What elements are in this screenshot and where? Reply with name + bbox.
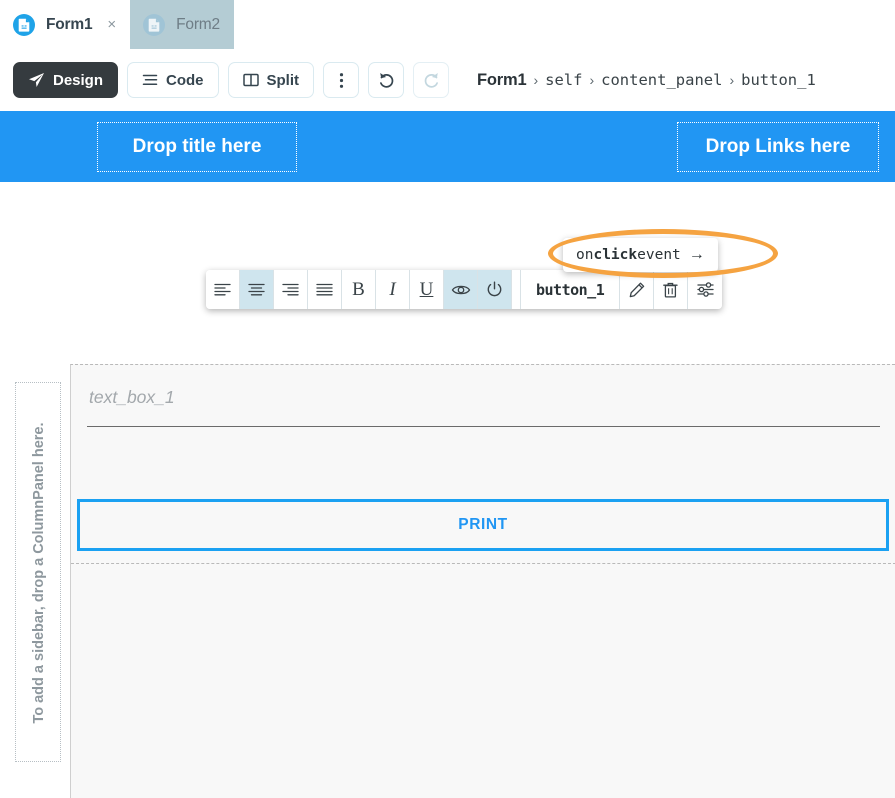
redo-button[interactable] — [413, 62, 449, 98]
align-left-icon — [214, 283, 231, 296]
align-justify-button[interactable] — [308, 270, 342, 309]
power-icon — [486, 281, 503, 298]
sidebar-drop-hint: To add a sidebar, drop a ColumnPanel her… — [16, 383, 62, 763]
component-name-label[interactable]: button_1 — [521, 270, 620, 309]
code-button-label: Code — [166, 72, 204, 89]
breadcrumb: Form1 › self › content_panel › button_1 — [477, 71, 816, 90]
split-button[interactable]: Split — [228, 62, 315, 98]
form-page-icon — [13, 14, 35, 36]
drop-links-zone[interactable]: Drop Links here — [677, 122, 879, 172]
tab-bar: Form1 × Form2 — [0, 0, 895, 49]
code-button[interactable]: Code — [127, 62, 219, 98]
trash-icon — [663, 282, 678, 298]
panel-divider — [71, 563, 895, 564]
breadcrumb-separator: › — [533, 72, 538, 88]
italic-button[interactable]: I — [376, 270, 410, 309]
text-box-1-placeholder: text_box_1 — [87, 387, 880, 408]
text-box-1[interactable]: text_box_1 — [87, 387, 880, 427]
undo-icon — [377, 71, 396, 89]
pencil-icon — [629, 282, 645, 298]
more-options-button[interactable] — [323, 62, 359, 98]
text-box-1-underline — [87, 426, 880, 428]
align-right-icon — [282, 283, 299, 296]
design-button-label: Design — [53, 72, 103, 89]
kebab-menu-icon — [339, 72, 344, 89]
enabled-toggle-button[interactable] — [478, 270, 512, 309]
sidebar-drop-zone[interactable]: To add a sidebar, drop a ColumnPanel her… — [15, 382, 61, 762]
align-left-button[interactable] — [206, 270, 240, 309]
form-page-icon — [143, 14, 165, 36]
align-center-button[interactable] — [240, 270, 274, 309]
italic-icon: I — [389, 279, 395, 301]
edit-button[interactable] — [620, 270, 654, 309]
tab-form2[interactable]: Form2 — [130, 0, 234, 49]
redo-icon — [422, 71, 441, 89]
on-click-event-popup[interactable]: on click event → — [563, 238, 718, 272]
designer-body: To add a sidebar, drop a ColumnPanel her… — [0, 182, 895, 616]
split-button-label: Split — [267, 72, 300, 89]
code-lines-icon — [142, 73, 158, 87]
align-center-icon — [248, 283, 265, 296]
breadcrumb-segment-self[interactable]: self — [545, 71, 582, 89]
tab-label-form2: Form2 — [176, 16, 220, 34]
bold-button[interactable]: B — [342, 270, 376, 309]
on-click-event-keyword: click — [593, 247, 637, 263]
bold-icon: B — [352, 279, 365, 301]
breadcrumb-segment-button[interactable]: button_1 — [741, 71, 816, 89]
component-toolbar: B I U button_1 — [206, 270, 722, 309]
delete-button[interactable] — [654, 270, 688, 309]
underline-icon: U — [420, 279, 434, 301]
main-toolbar: Design Code Split — [0, 49, 895, 111]
drop-title-zone[interactable]: Drop title here — [97, 122, 297, 172]
breadcrumb-segment-content-panel[interactable]: content_panel — [601, 71, 722, 89]
on-click-event-suffix: event — [637, 247, 681, 263]
properties-button[interactable] — [688, 270, 722, 309]
underline-button[interactable]: U — [410, 270, 444, 309]
breadcrumb-separator: › — [729, 72, 734, 88]
align-right-button[interactable] — [274, 270, 308, 309]
paper-plane-icon — [28, 72, 45, 88]
breadcrumb-separator: › — [589, 72, 594, 88]
eye-icon — [451, 283, 471, 297]
on-click-event-prefix: on — [576, 247, 593, 263]
undo-button[interactable] — [368, 62, 404, 98]
align-justify-icon — [316, 283, 333, 296]
split-panes-icon — [243, 73, 259, 87]
tab-form1[interactable]: Form1 × — [0, 0, 130, 49]
design-button[interactable]: Design — [13, 62, 118, 98]
toolbar-spacer — [512, 270, 521, 309]
visible-toggle-button[interactable] — [444, 270, 478, 309]
close-icon[interactable]: × — [107, 17, 116, 32]
tab-label-form1: Form1 — [46, 16, 92, 34]
sliders-icon — [697, 282, 714, 297]
arrow-right-icon: → — [689, 247, 705, 263]
content-panel[interactable]: text_box_1 PRINT — [70, 364, 895, 798]
breadcrumb-root[interactable]: Form1 — [477, 71, 526, 90]
print-button[interactable]: PRINT — [77, 499, 889, 551]
